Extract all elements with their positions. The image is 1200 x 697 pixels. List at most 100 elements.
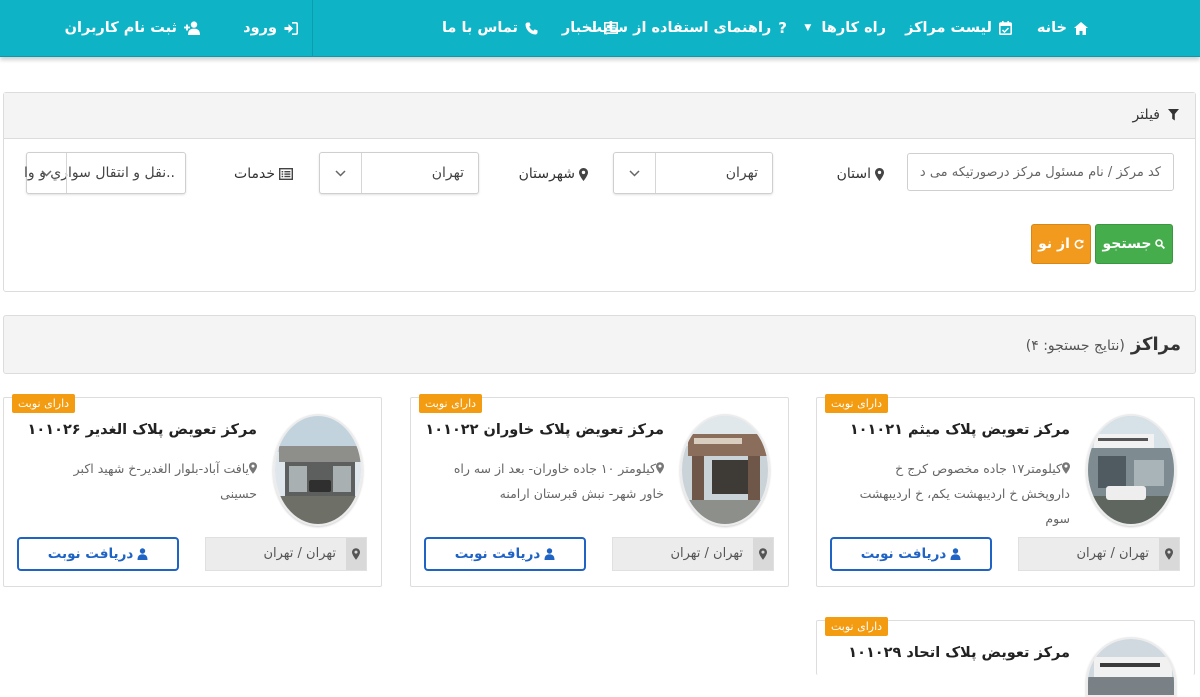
nav-register-label: ثبت نام کاربران bbox=[64, 20, 177, 36]
center-address-text: یافت آباد-بلوار الغدیر-خ شهید اکبر حسینی bbox=[73, 461, 257, 501]
nav-contact-label: تماس با ما bbox=[441, 20, 518, 36]
get-appointment-button[interactable]: دریافت نوبت bbox=[424, 537, 586, 571]
center-address: کیلومتر ۱۰ جاده خاوران- بعد از سه راه خا… bbox=[446, 456, 664, 506]
chevron-down-icon bbox=[320, 153, 362, 193]
map-marker-icon bbox=[875, 167, 884, 181]
user-md-icon bbox=[544, 548, 555, 560]
map-marker-icon bbox=[753, 538, 773, 570]
question-icon: ? bbox=[778, 19, 787, 37]
center-photo bbox=[273, 414, 363, 526]
city-select[interactable]: تهران bbox=[319, 152, 479, 194]
nav-login[interactable]: ورود bbox=[243, 17, 298, 39]
services-select[interactable]: نقل و انتقال سواري و وا.. bbox=[24, 152, 186, 194]
center-name[interactable]: مرکز تعویض پلاک اتحاد ۱۰۱۰۲۹ bbox=[848, 645, 1070, 661]
reset-button[interactable]: از نو bbox=[1031, 224, 1091, 264]
results-title: مراکز (نتایج جستجو: ۴) bbox=[1026, 334, 1181, 355]
center-address: یافت آباد-بلوار الغدیر-خ شهید اکبر حسینی bbox=[39, 456, 257, 506]
get-appointment-button[interactable]: دریافت نوبت bbox=[17, 537, 179, 571]
user-md-icon bbox=[950, 548, 961, 560]
nav-home[interactable]: خانه bbox=[1037, 17, 1088, 39]
center-city-text: تهران / تهران bbox=[263, 546, 336, 561]
sign-in-icon bbox=[284, 21, 298, 35]
center-search-input[interactable] bbox=[907, 153, 1174, 191]
search-icon bbox=[1155, 239, 1166, 249]
center-city: تهران / تهران bbox=[1018, 537, 1180, 571]
nav-news-label: اخبار bbox=[561, 20, 597, 36]
get-appointment-button[interactable]: دریافت نوبت bbox=[830, 537, 992, 571]
nav-divider bbox=[312, 0, 313, 57]
user-plus-icon bbox=[184, 21, 200, 35]
center-card: دارای نوبت مرکز تعویض پلاک اتحاد ۱۰۱۰۲۹ bbox=[816, 617, 1195, 697]
nav-solutions[interactable]: راه کارها ▼ bbox=[804, 17, 886, 39]
top-navbar: خانه لیست مراکز راه کارها ▼ ? راهنمای اس… bbox=[0, 0, 1200, 57]
refresh-icon bbox=[1074, 239, 1084, 249]
city-label-text: شهرستان bbox=[518, 166, 575, 182]
filter-panel: فیلتر استان تهران شهرستان تهران خدمات نق… bbox=[3, 92, 1196, 292]
nav-contact[interactable]: تماس با ما bbox=[442, 17, 538, 39]
city-select-value: تهران bbox=[431, 165, 464, 181]
availability-badge: دارای نوبت bbox=[12, 394, 76, 413]
chevron-down-icon bbox=[614, 153, 656, 193]
nav-login-label: ورود bbox=[243, 20, 277, 36]
get-appointment-label: دریافت نوبت bbox=[454, 546, 541, 562]
province-label: استان bbox=[837, 164, 884, 184]
nav-home-label: خانه bbox=[1036, 20, 1067, 36]
center-card: دارای نوبت مرکز تعویض پلاک خاوران ۱۰۱۰۲۲… bbox=[410, 394, 789, 587]
map-marker-icon bbox=[249, 462, 257, 474]
reset-button-label: از نو bbox=[1038, 236, 1070, 252]
center-name[interactable]: مرکز تعویض پلاک خاوران ۱۰۱۰۲۲ bbox=[425, 422, 664, 438]
caret-down-icon: ▼ bbox=[804, 23, 812, 33]
center-address-text: کیلومتر۱۷ جاده مخصوص کرج خ داروپخش خ ارد… bbox=[859, 461, 1070, 526]
center-address: کیلومتر۱۷ جاده مخصوص کرج خ داروپخش خ ارد… bbox=[852, 456, 1070, 531]
nav-register[interactable]: ثبت نام کاربران bbox=[65, 17, 202, 39]
newspaper-icon bbox=[604, 22, 618, 34]
results-count: (نتایج جستجو: ۴) bbox=[1025, 338, 1125, 354]
map-marker-icon bbox=[1159, 538, 1179, 570]
filter-panel-header: فیلتر bbox=[4, 93, 1195, 139]
calendar-icon bbox=[999, 21, 1012, 35]
nav-news[interactable]: اخبار bbox=[562, 17, 618, 39]
center-card: دارای نوبت مرکز تعویض پلاک میثم ۱۰۱۰۲۱ ک… bbox=[816, 394, 1195, 587]
center-card: دارای نوبت مرکز تعویض پلاک الغدیر ۱۰۱۰۲۶… bbox=[3, 394, 382, 587]
center-city-text: تهران / تهران bbox=[1076, 546, 1149, 561]
center-photo bbox=[1086, 414, 1176, 526]
services-label-text: خدمات bbox=[234, 166, 275, 182]
center-city: تهران / تهران bbox=[612, 537, 774, 571]
results-title-text: مراکز bbox=[1130, 334, 1181, 355]
availability-badge: دارای نوبت bbox=[825, 394, 889, 413]
center-city-text: تهران / تهران bbox=[670, 546, 743, 561]
search-button-label: جستجو bbox=[1102, 236, 1152, 252]
province-select-value: تهران bbox=[725, 165, 758, 181]
nav-solutions-label: راه کارها bbox=[821, 20, 886, 36]
availability-badge: دارای نوبت bbox=[825, 617, 889, 636]
filter-icon bbox=[1168, 109, 1179, 121]
center-name[interactable]: مرکز تعویض پلاک میثم ۱۰۱۰۲۱ bbox=[850, 422, 1070, 438]
availability-badge: دارای نوبت bbox=[419, 394, 483, 413]
map-marker-icon bbox=[656, 462, 664, 474]
center-photo bbox=[1086, 637, 1176, 697]
center-address-text: کیلومتر ۱۰ جاده خاوران- بعد از سه راه خا… bbox=[453, 461, 664, 501]
nav-centers-list-label: لیست مراکز bbox=[905, 20, 992, 36]
province-label-text: استان bbox=[836, 166, 871, 182]
get-appointment-label: دریافت نوبت bbox=[47, 546, 134, 562]
get-appointment-label: دریافت نوبت bbox=[860, 546, 947, 562]
filter-title-label: فیلتر bbox=[1132, 107, 1160, 123]
phone-icon bbox=[525, 22, 538, 34]
user-md-icon bbox=[137, 548, 148, 560]
nav-centers-list[interactable]: لیست مراکز bbox=[905, 17, 1012, 39]
center-name[interactable]: مرکز تعویض پلاک الغدیر ۱۰۱۰۲۶ bbox=[28, 422, 257, 438]
center-city: تهران / تهران bbox=[205, 537, 367, 571]
province-select[interactable]: تهران bbox=[613, 152, 773, 194]
map-marker-icon bbox=[346, 538, 366, 570]
results-header: مراکز (نتایج جستجو: ۴) bbox=[3, 315, 1196, 374]
search-button[interactable]: جستجو bbox=[1095, 224, 1173, 264]
filter-title[interactable]: فیلتر bbox=[1132, 107, 1179, 123]
map-marker-icon bbox=[579, 167, 588, 181]
services-label: خدمات bbox=[234, 164, 293, 184]
home-icon bbox=[1074, 21, 1088, 35]
chevron-down-icon bbox=[27, 153, 67, 193]
city-label: شهرستان bbox=[519, 164, 588, 184]
map-marker-icon bbox=[1062, 462, 1070, 474]
center-photo bbox=[680, 414, 770, 526]
list-alt-icon bbox=[279, 168, 293, 180]
